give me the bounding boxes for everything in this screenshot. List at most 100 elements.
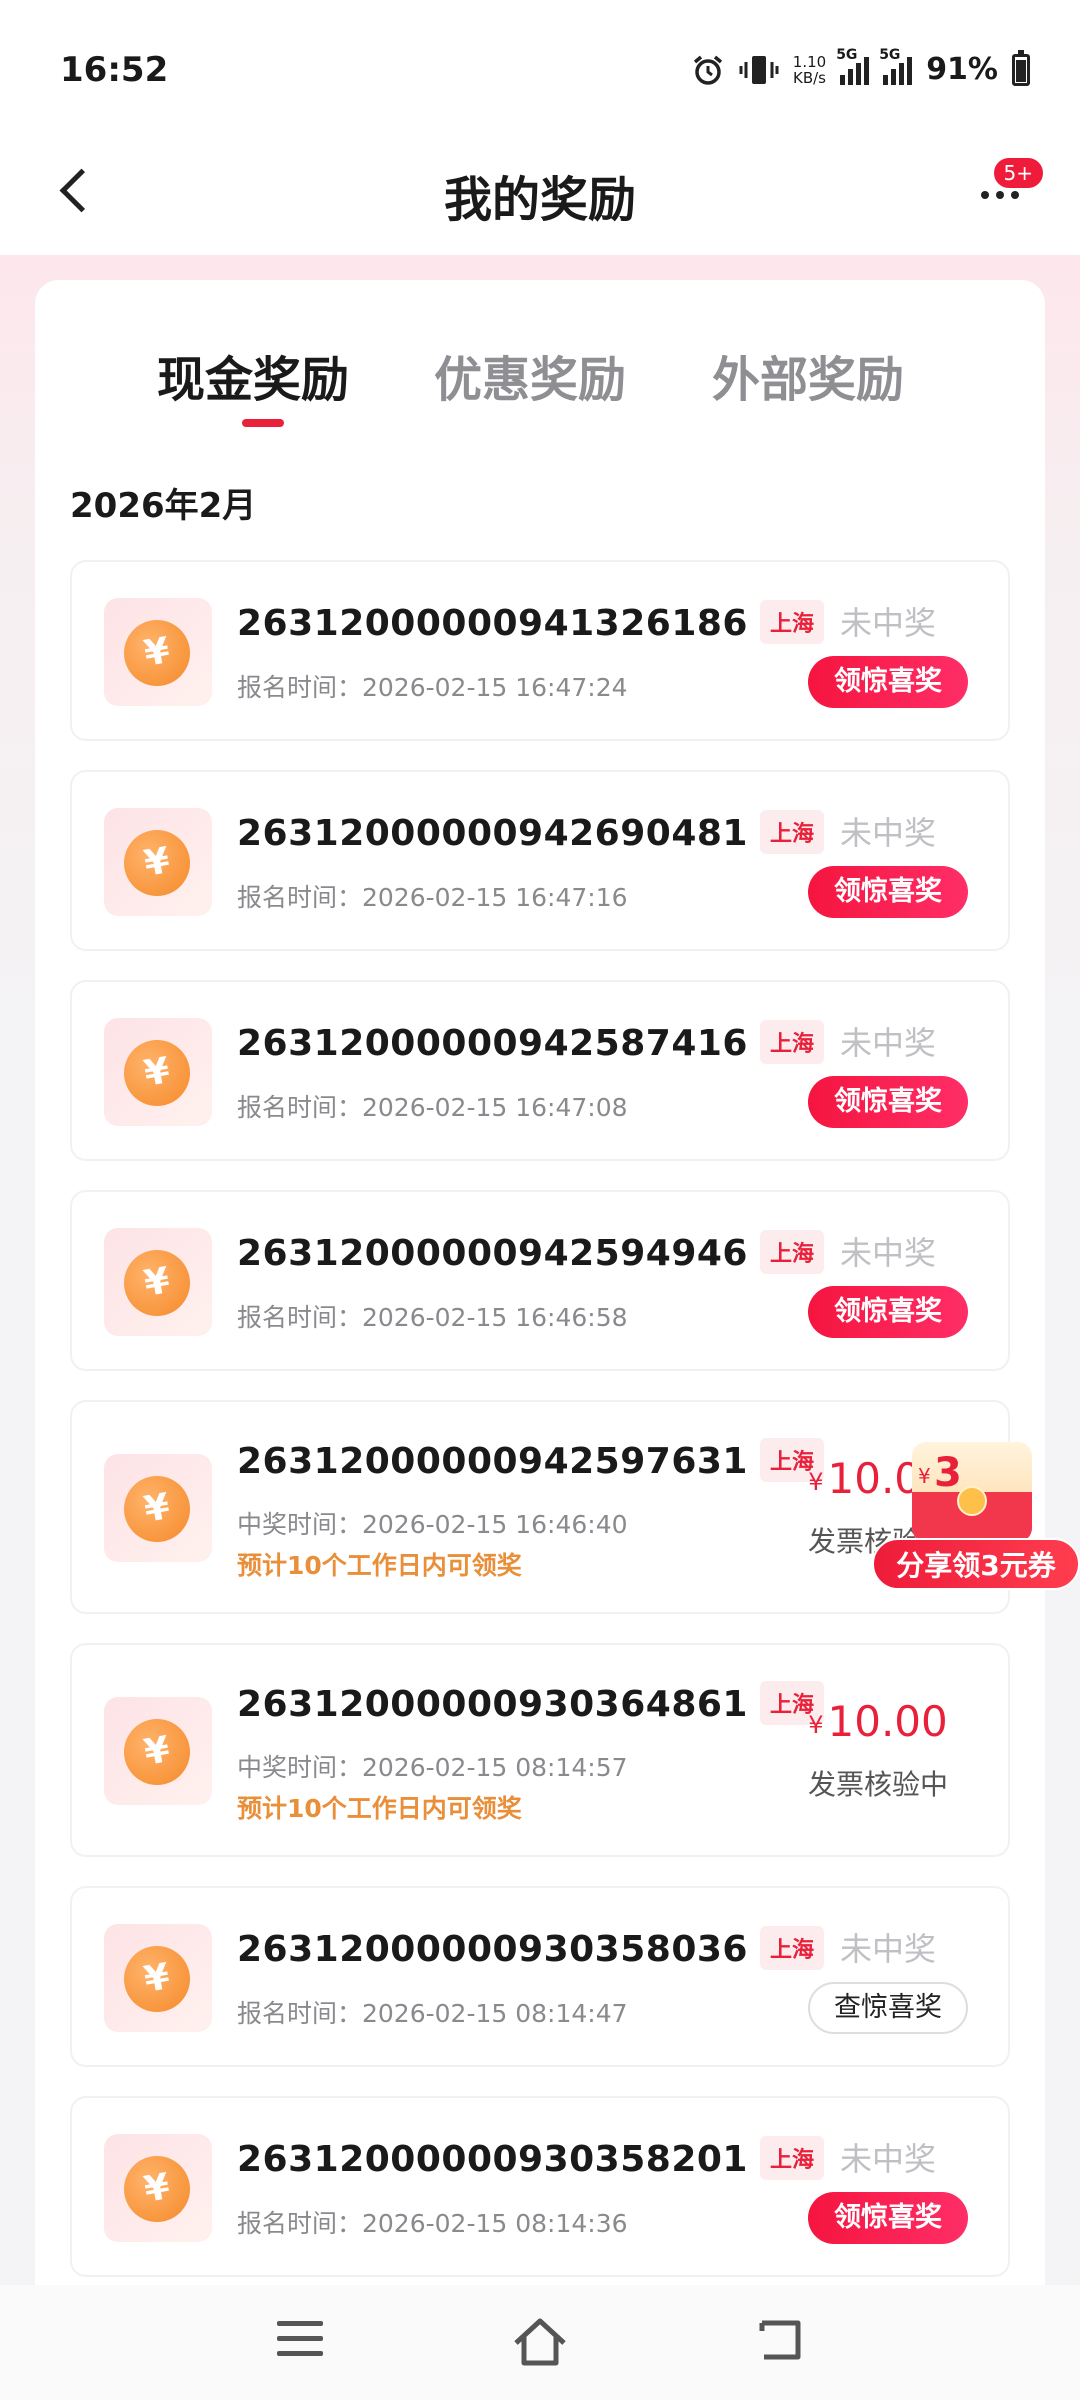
- tab-discount-rewards[interactable]: 优惠奖励: [434, 340, 626, 410]
- tab-external-rewards[interactable]: 外部奖励: [712, 340, 904, 410]
- item-id: 26312000000930358201 上海: [237, 2136, 824, 2180]
- claim-surprise-button[interactable]: 领惊喜奖: [808, 656, 968, 708]
- item-time: 中奖时间：2026-02-15 08:14:57: [237, 1753, 628, 1782]
- vibrate-icon: [739, 55, 779, 84]
- claim-surprise-button[interactable]: 领惊喜奖: [808, 1076, 968, 1128]
- prize-amount: ¥10.00: [788, 1697, 968, 1746]
- item-id: 26312000000941326186 上海: [237, 600, 824, 644]
- list-item[interactable]: ¥ 26312000000942690481 上海 报名时间：2026-02-15…: [70, 770, 1010, 951]
- tab-active-indicator: [242, 419, 284, 427]
- status-time: 16:52: [60, 50, 169, 90]
- coin-seal-icon: [957, 1486, 987, 1516]
- signal-1-label: 5G: [836, 46, 858, 63]
- item-id-text: 26312000000930358036: [237, 1929, 748, 1970]
- list-item[interactable]: ¥ 26312000000930358201 上海 报名时间：2026-02-15…: [70, 2096, 1010, 2277]
- coin-thumbnail: ¥: [104, 1697, 212, 1805]
- status-text: 未中奖: [839, 604, 936, 642]
- share-coupon-promo[interactable]: ¥ 3 分享领3元券: [872, 1442, 1080, 1592]
- menu-icon[interactable]: [277, 2321, 323, 2361]
- status-text: 未中奖: [839, 1930, 936, 1968]
- item-id: 26312000000930358036 上海: [237, 1926, 824, 1970]
- battery-icon: [1012, 49, 1030, 86]
- claim-surprise-button[interactable]: 领惊喜奖: [808, 1286, 968, 1338]
- status-text: 未中奖: [839, 1234, 936, 1272]
- signal-icon-2: 5G: [879, 47, 913, 85]
- status-text: 未中奖: [839, 814, 936, 852]
- item-id: 26312000000930364861 上海: [237, 1681, 824, 1725]
- coin-icon: ¥: [118, 2150, 196, 2228]
- item-time: 报名时间：2026-02-15 16:47:16: [237, 883, 628, 912]
- item-id: 26312000000942594946 上海: [237, 1230, 824, 1274]
- reward-tabs: 现金奖励 优惠奖励 外部奖励: [35, 340, 1045, 430]
- net-speed: 1.10 KB/s: [793, 54, 826, 86]
- coin-thumbnail: ¥: [104, 1454, 212, 1562]
- coin-icon: ¥: [118, 1940, 196, 2018]
- item-id: 26312000000942690481 上海: [237, 810, 824, 854]
- list-item[interactable]: ¥ 26312000000942587416 上海 报名时间：2026-02-15…: [70, 980, 1010, 1161]
- claim-surprise-button[interactable]: 领惊喜奖: [808, 2192, 968, 2244]
- envelope-value: 3: [934, 1450, 962, 1496]
- item-id: 26312000000942597631 上海: [237, 1438, 824, 1482]
- claim-note: 预计10个工作日内可领奖: [237, 1551, 522, 1580]
- status-text: 未中奖: [839, 2140, 936, 2178]
- item-time: 中奖时间：2026-02-15 16:46:40: [237, 1510, 628, 1539]
- item-time: 报名时间：2026-02-15 16:47:08: [237, 1093, 628, 1122]
- coin-icon: ¥: [118, 1244, 196, 1322]
- net-speed-value: 1.10: [792, 52, 827, 71]
- nav-bar: 我的奖励 5+: [0, 130, 1080, 255]
- coin-thumbnail: ¥: [104, 808, 212, 916]
- prize-amount-value: 10.00: [827, 1697, 948, 1746]
- item-id-text: 26312000000942597631: [237, 1441, 748, 1482]
- back-nav-icon[interactable]: [756, 2315, 806, 2365]
- signal-2-label: 5G: [879, 46, 901, 63]
- currency-symbol: ¥: [808, 1468, 824, 1496]
- battery-level: 91%: [926, 52, 998, 87]
- page-title: 我的奖励: [443, 172, 636, 228]
- coin-icon: ¥: [118, 824, 196, 902]
- item-time: 报名时间：2026-02-15 08:14:47: [237, 1999, 628, 2028]
- tab-cash-rewards[interactable]: 现金奖励: [157, 340, 349, 410]
- item-id-text: 26312000000942587416: [237, 1023, 748, 1064]
- item-time: 报名时间：2026-02-15 16:47:24: [237, 673, 628, 702]
- signal-icon-1: 5G: [836, 47, 870, 85]
- net-speed-unit: KB/s: [792, 68, 826, 87]
- item-id-text: 26312000000941326186: [237, 603, 748, 644]
- item-time: 报名时间：2026-02-15 16:46:58: [237, 1303, 628, 1332]
- list-item[interactable]: ¥ 26312000000942594946 上海 报名时间：2026-02-15…: [70, 1190, 1010, 1371]
- list-item[interactable]: ¥ 26312000000941326186 上海 报名时间：2026-02-15…: [70, 560, 1010, 741]
- month-header: 2026年2月: [70, 486, 257, 526]
- more-dots-icon: [981, 191, 989, 199]
- coin-thumbnail: ¥: [104, 1924, 212, 2032]
- coin-icon: ¥: [118, 614, 196, 692]
- home-icon[interactable]: [512, 2315, 568, 2369]
- coin-thumbnail: ¥: [104, 1228, 212, 1336]
- red-envelope-icon: ¥ 3: [912, 1442, 1032, 1542]
- coin-thumbnail: ¥: [104, 598, 212, 706]
- reward-list: ¥ 26312000000941326186 上海 报名时间：2026-02-15…: [70, 560, 1010, 2306]
- item-id-text: 26312000000930364861: [237, 1684, 748, 1725]
- share-coupon-button[interactable]: 分享领3元券: [872, 1538, 1080, 1590]
- coin-icon: ¥: [118, 1713, 196, 1791]
- invoice-status: 发票核验中: [807, 1768, 948, 1801]
- more-menu-button[interactable]: 5+: [960, 155, 1046, 225]
- coin-thumbnail: ¥: [104, 2134, 212, 2242]
- coin-icon: ¥: [118, 1470, 196, 1548]
- item-id: 26312000000942587416 上海: [237, 1020, 824, 1064]
- status-bar: 16:52 1.10 KB/s 5G 5G 91%: [0, 0, 1080, 130]
- item-id-text: 26312000000930358201: [237, 2139, 748, 2180]
- list-item[interactable]: ¥ 26312000000942597631 上海 中奖时间：2026-02-15…: [70, 1400, 1010, 1614]
- claim-note: 预计10个工作日内可领奖: [237, 1794, 522, 1823]
- item-id-text: 26312000000942690481: [237, 813, 748, 854]
- envelope-currency: ¥: [918, 1464, 931, 1488]
- system-nav-bar: [0, 2285, 1080, 2400]
- coin-thumbnail: ¥: [104, 1018, 212, 1126]
- list-item[interactable]: ¥ 26312000000930364861 上海 中奖时间：2026-02-15…: [70, 1643, 1010, 1857]
- view-surprise-button[interactable]: 查惊喜奖: [808, 1982, 968, 2034]
- status-text: 未中奖: [839, 1024, 936, 1062]
- status-icons: 1.10 KB/s 5G 5G 91%: [691, 47, 1030, 87]
- claim-surprise-button[interactable]: 领惊喜奖: [808, 866, 968, 918]
- coin-icon: ¥: [118, 1034, 196, 1112]
- list-item[interactable]: ¥ 26312000000930358036 上海 报名时间：2026-02-15…: [70, 1886, 1010, 2067]
- notification-badge: 5+: [990, 155, 1046, 191]
- currency-symbol: ¥: [808, 1711, 824, 1739]
